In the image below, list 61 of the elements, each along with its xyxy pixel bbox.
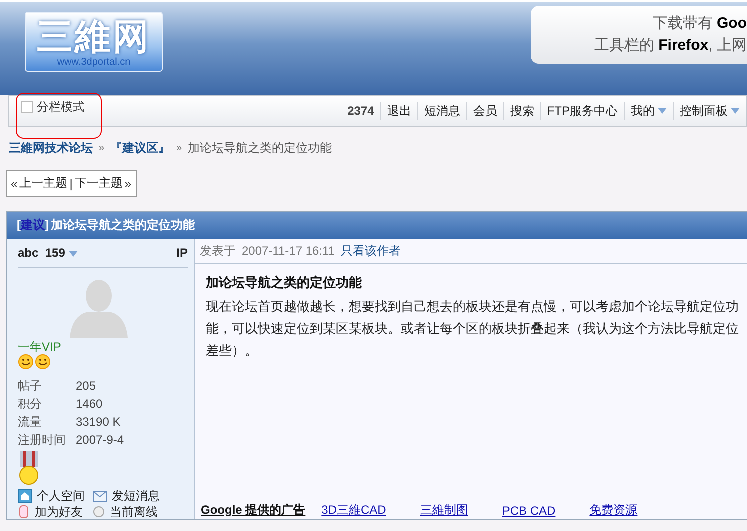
banner-text: 下载带有 Goo <box>652 14 747 34</box>
smiley-icons <box>18 354 52 370</box>
caret-icon <box>658 108 667 114</box>
checkbox-label[interactable]: 分栏模式 <box>37 98 85 116</box>
toolbar-link[interactable]: 搜索 <box>503 102 540 120</box>
post-tag[interactable]: [建议] <box>17 217 49 234</box>
ip-label[interactable]: IP <box>176 246 188 260</box>
breadcrumb-link[interactable]: 『建议区』 <box>110 140 171 157</box>
next-arrow: » <box>124 176 132 190</box>
breadcrumb-separator: » <box>99 143 105 154</box>
stat-label: 流量 <box>18 415 43 429</box>
post-body: 现在论坛首页越做越长，想要找到自己想去的板块还是有点慢，可以考虑加个论坛导航定位功能，可以快速定位到某区某板块。或者让每个区的板块折叠起来（我认为这个方法比导航定位差些）。 <box>206 298 739 360</box>
stat-label: 注册时间 <box>18 433 66 447</box>
logo-title: 三維网 <box>37 16 151 56</box>
toolbar-link[interactable]: 会员 <box>466 102 504 120</box>
ads-label[interactable]: Google 提供的广告 <box>201 502 306 519</box>
avatar-silhouette <box>68 278 130 338</box>
post-time: 2007-11-17 16:11 <box>242 244 335 258</box>
toolbar-link[interactable]: 短消息 <box>417 102 466 120</box>
nav-divider: | <box>70 176 73 190</box>
toolbar-link[interactable]: FTP服务中心 <box>540 102 624 120</box>
medal-icon <box>18 451 40 485</box>
caret-icon <box>731 108 740 114</box>
ad-link[interactable]: 免费资源 <box>590 502 638 519</box>
toolbar-link[interactable]: 我的 <box>624 102 673 120</box>
stat-value: 1460 <box>76 397 104 411</box>
author-only-link[interactable]: 只看该作者 <box>340 242 401 260</box>
person-icon <box>18 505 30 519</box>
next-thread-link[interactable]: 下一主题 <box>74 175 123 192</box>
user-count: 2374 <box>346 103 376 120</box>
promo-banner[interactable]: 下载带有 Goo 工具栏的 Firefox, 上网 <box>531 6 747 64</box>
prev-thread-link[interactable]: 上一主题 <box>20 175 68 192</box>
breadcrumb-separator: » <box>176 143 182 154</box>
prev-arrow: « <box>11 176 18 190</box>
profile-action-link[interactable]: 当前离线 <box>93 505 160 519</box>
profile-action-link[interactable]: 个人空间 <box>18 489 85 503</box>
ad-link[interactable]: 3D三維CAD <box>322 502 386 519</box>
stat-value: 2007-9-4 <box>76 433 126 447</box>
post-title: 加论坛导航之类的定位功能 <box>51 217 195 234</box>
caret-icon <box>68 251 78 257</box>
stat-value: 33190 K <box>76 415 122 429</box>
ad-link[interactable]: PCB CAD <box>502 504 556 518</box>
home-icon <box>18 489 32 503</box>
author-name[interactable]: abc_159 <box>18 246 78 260</box>
user-group: 一年VIP <box>18 340 188 354</box>
toolbar-link[interactable]: 退出 <box>380 102 418 120</box>
logo-url: www.3dportal.cn <box>57 56 131 68</box>
checkbox[interactable] <box>21 101 33 113</box>
profile-action-link[interactable]: 发短消息 <box>93 489 160 503</box>
post-subject: 加论坛导航之类的定位功能 <box>206 274 363 292</box>
stat-label: 帖子 <box>18 379 43 393</box>
envelope-icon <box>93 490 107 502</box>
posted-label: 发表于 <box>200 242 236 260</box>
breadcrumb-link[interactable]: 三維网技术论坛 <box>9 140 93 157</box>
toolbar-link[interactable]: 控制面板 <box>673 102 746 120</box>
stat-label: 积分 <box>18 397 43 411</box>
breadcrumb-current: 加论坛导航之类的定位功能 <box>188 140 332 157</box>
profile-action-link[interactable]: 加为好友 <box>18 505 85 519</box>
ad-link[interactable]: 三維制图 <box>420 502 468 519</box>
banner-text: 工具栏的 Firefox, 上网 <box>594 36 747 56</box>
stat-value: 205 <box>76 379 98 393</box>
